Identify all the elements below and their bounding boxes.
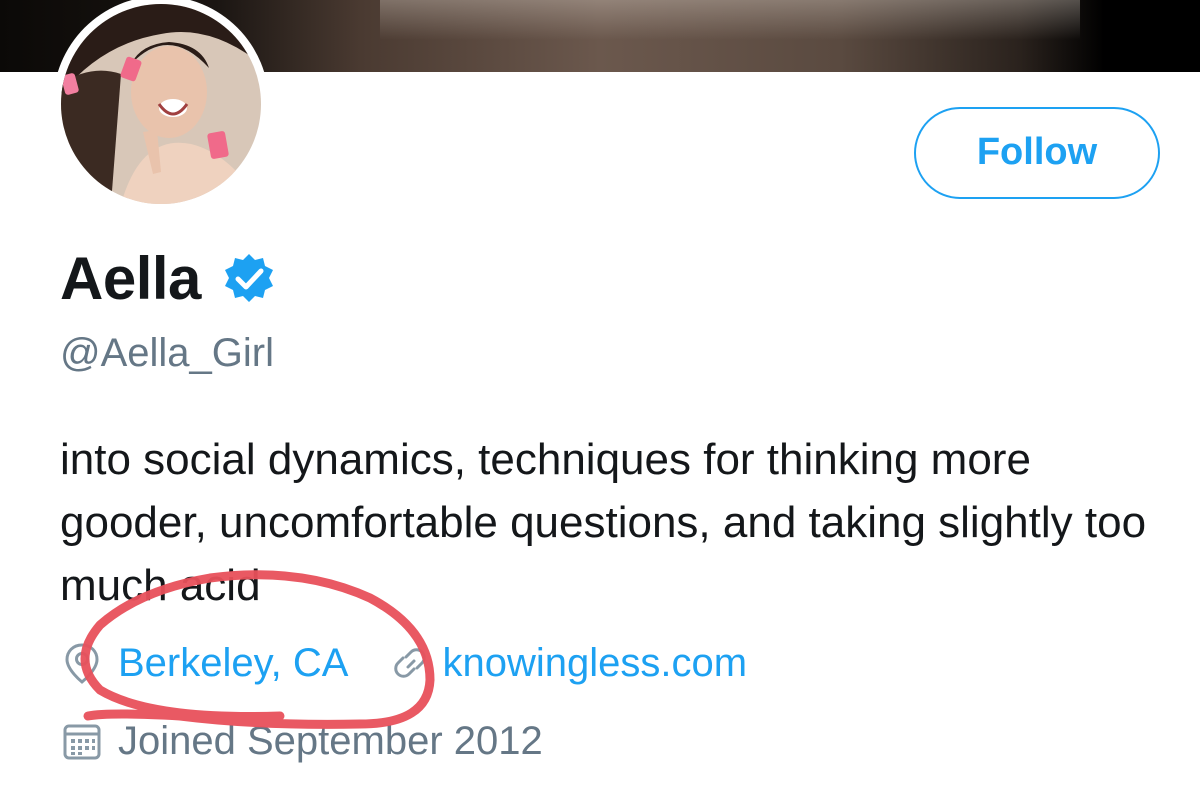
banner-texture bbox=[380, 0, 1080, 40]
avatar-photo bbox=[61, 4, 261, 204]
profile-handle: @Aella_Girl bbox=[60, 331, 275, 375]
avatar[interactable] bbox=[61, 4, 261, 204]
profile-name-row: Aella bbox=[60, 240, 277, 316]
profile-joined-row: Joined September 2012 bbox=[60, 714, 543, 768]
verified-badge-icon bbox=[224, 254, 273, 302]
follow-button[interactable]: Follow bbox=[914, 107, 1160, 199]
link-icon bbox=[394, 648, 427, 678]
profile-bio: into social dynamics, techniques for thi… bbox=[60, 435, 1147, 610]
profile-location: Berkeley, CA bbox=[118, 640, 349, 685]
profile-meta-row: Berkeley, CA knowingless.com bbox=[60, 636, 747, 690]
profile-joined-date: Joined September 2012 bbox=[118, 718, 543, 763]
location-pin-icon bbox=[65, 643, 99, 684]
calendar-icon bbox=[63, 724, 101, 760]
profile-name: Aella bbox=[60, 244, 201, 312]
profile-website-link[interactable]: knowingless.com bbox=[442, 641, 747, 686]
